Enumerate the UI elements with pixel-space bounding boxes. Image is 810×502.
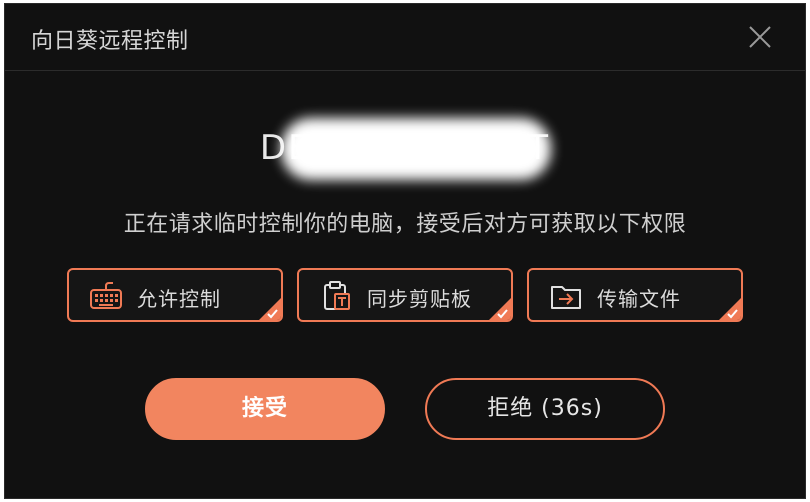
redaction-blur	[281, 118, 551, 180]
check-corner-icon	[719, 298, 741, 320]
permission-sync-clipboard[interactable]: 同步剪贴板	[297, 268, 513, 322]
reject-button[interactable]: 拒绝 (36s)	[425, 378, 665, 440]
permission-label: 允许控制	[137, 287, 221, 311]
check-corner-icon	[489, 298, 511, 320]
close-button[interactable]	[745, 22, 775, 52]
title-bar: 向日葵远程控制	[5, 4, 805, 71]
keyboard-icon	[90, 282, 122, 309]
window-title: 向日葵远程控制	[31, 29, 189, 54]
permission-label: 同步剪贴板	[367, 287, 472, 311]
request-message: 正在请求临时控制你的电脑，接受后对方可获取以下权限	[123, 212, 687, 237]
permission-allow-control[interactable]: 允许控制	[67, 268, 283, 322]
close-icon	[749, 26, 771, 48]
remote-control-dialog: 向日葵远程控制 DES T 正在请求临时控制你的电脑，接受后对方可获取以下权限	[4, 3, 806, 499]
accept-button[interactable]: 接受	[145, 378, 385, 440]
permission-label: 传输文件	[597, 287, 681, 311]
clipboard-icon	[324, 281, 350, 310]
permission-transfer-files[interactable]: 传输文件	[527, 268, 743, 322]
folder-transfer-icon	[551, 286, 581, 309]
check-corner-icon	[259, 298, 281, 320]
